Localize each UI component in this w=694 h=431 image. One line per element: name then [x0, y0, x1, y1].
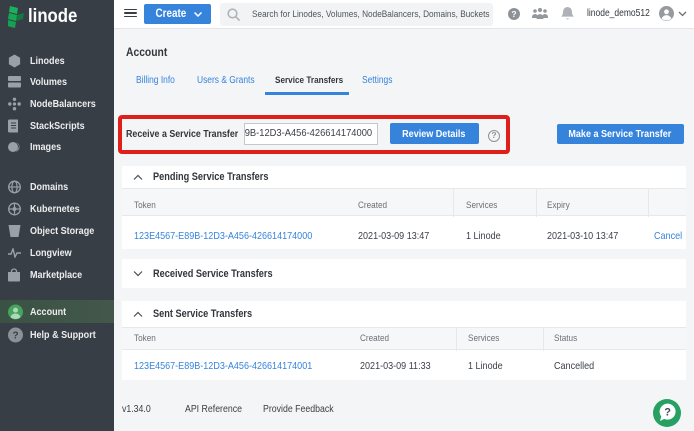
svg-text:?: ? — [664, 406, 671, 418]
svg-text:?: ? — [12, 331, 18, 342]
svg-text:?: ? — [511, 9, 516, 19]
